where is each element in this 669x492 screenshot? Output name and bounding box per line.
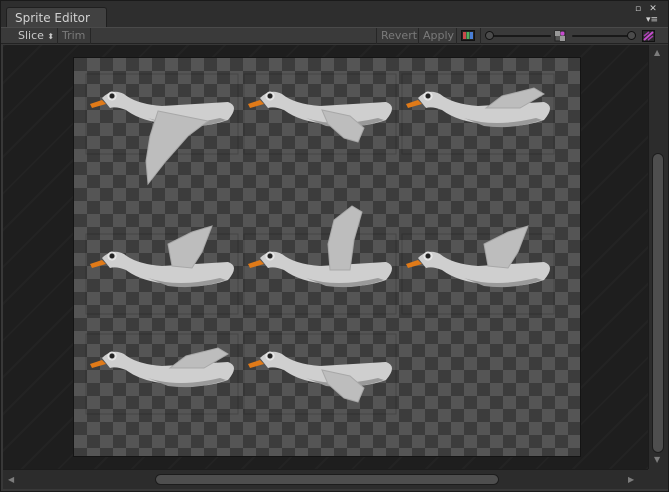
goose-eye [109, 253, 115, 259]
apply-button[interactable]: Apply [418, 28, 459, 44]
mipmap-icon [554, 30, 566, 42]
channel-blue-swatch [470, 32, 473, 39]
scrollbar-corner [648, 469, 668, 489]
goose-beak [248, 260, 264, 268]
trim-label: Trim [62, 29, 86, 42]
goose-eye [425, 93, 431, 99]
tab-sprite-editor[interactable]: Sprite Editor [6, 7, 107, 28]
goose-wing [483, 225, 529, 269]
goose-eye [109, 353, 115, 359]
scroll-up-icon[interactable]: ▲ [654, 48, 660, 58]
mip-slider-track[interactable] [572, 35, 635, 37]
goose-beak [90, 260, 106, 268]
window-menu-icon[interactable]: ▾≡ [643, 15, 661, 25]
sprite-frame[interactable] [85, 225, 239, 315]
sprite-frame[interactable] [401, 73, 555, 155]
alpha-toggle-icon[interactable] [642, 30, 655, 42]
sprite-frame[interactable] [401, 225, 555, 315]
toolbar-separator [456, 28, 457, 44]
revert-button[interactable]: Revert [376, 28, 422, 44]
revert-label: Revert [381, 29, 418, 42]
horizontal-scrollbar[interactable]: ◀ ▶ [3, 469, 648, 489]
goose-wing [327, 205, 363, 271]
goose-beak [248, 360, 264, 368]
apply-label: Apply [423, 29, 455, 42]
goose-wing [167, 225, 213, 269]
channel-red-swatch [463, 32, 466, 39]
sprite-frame[interactable] [243, 73, 397, 155]
sprite-frame[interactable] [85, 333, 239, 415]
vertical-scroll-thumb[interactable] [652, 153, 664, 453]
sprite-frame[interactable] [85, 73, 239, 186]
zoom-slider-track[interactable] [488, 35, 551, 37]
sprite-frame[interactable] [243, 205, 397, 315]
sprite-editor-window: Sprite Editor ▫ ✕ ▾≡ Slice ⬍ Trim Revert… [0, 0, 669, 492]
scroll-down-icon[interactable]: ▼ [654, 455, 660, 465]
goose-eye [267, 93, 273, 99]
slice-dropdown[interactable]: Slice ⬍ [13, 28, 59, 44]
horizontal-scroll-thumb[interactable] [155, 474, 499, 485]
goose-eye [267, 253, 273, 259]
goose-beak [90, 360, 106, 368]
zoom-slider-thumb[interactable] [485, 31, 494, 40]
goose-beak [406, 100, 422, 108]
goose-eye [425, 253, 431, 259]
sprite-canvas[interactable] [3, 45, 648, 469]
dropdown-arrow-icon: ⬍ [47, 32, 55, 41]
toolbar-separator [90, 28, 91, 44]
sprite-frames [85, 73, 555, 415]
toolbar-separator [480, 28, 481, 44]
scroll-left-icon[interactable]: ◀ [8, 475, 14, 485]
goose-beak [248, 100, 264, 108]
vertical-scrollbar[interactable]: ▲ ▼ [648, 45, 668, 469]
mip-slider-thumb[interactable] [627, 31, 636, 40]
goose-beak [90, 100, 106, 108]
close-icon[interactable]: ✕ [647, 4, 659, 14]
window-title: Sprite Editor [15, 11, 90, 25]
goose-beak [406, 260, 422, 268]
goose-eye [109, 93, 115, 99]
sprite-frame[interactable] [243, 333, 397, 415]
color-channel-icon[interactable] [461, 30, 475, 41]
tab-strip: Sprite Editor ▫ ✕ ▾≡ [1, 1, 668, 28]
channel-green-swatch [466, 32, 470, 39]
slice-label: Slice [18, 29, 44, 42]
goose-eye [267, 353, 273, 359]
goose-wing [145, 110, 210, 186]
sprite-sheet-texture[interactable] [74, 58, 580, 456]
toolbar: Slice ⬍ Trim Revert Apply [1, 27, 668, 44]
scroll-right-icon[interactable]: ▶ [628, 475, 634, 485]
trim-button[interactable]: Trim [57, 28, 90, 44]
maximize-icon[interactable]: ▫ [632, 4, 644, 14]
